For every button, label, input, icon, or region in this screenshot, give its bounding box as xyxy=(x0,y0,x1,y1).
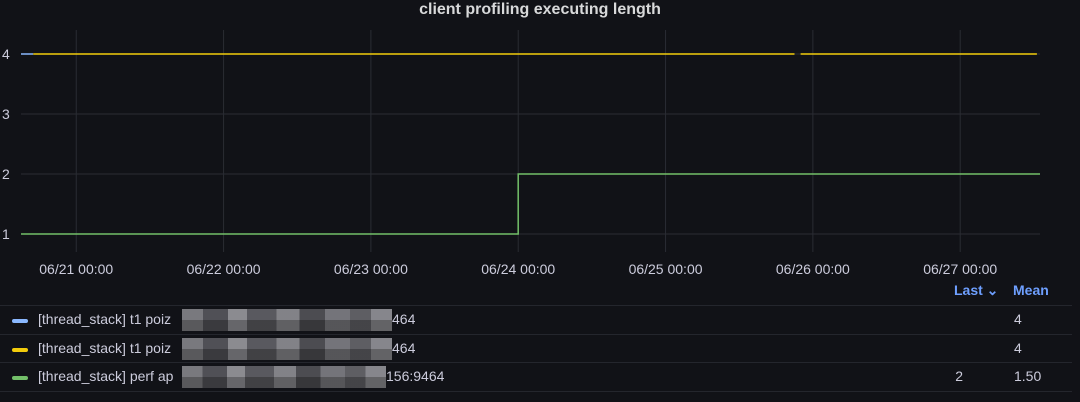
grid-lines xyxy=(21,30,1040,252)
legend-swatch-yellow xyxy=(12,348,28,352)
series-lines xyxy=(21,53,1040,235)
legend-row[interactable]: [thread_stack] t1 poiz 464 4 xyxy=(0,334,1072,363)
legend-series-suffix: 156:9464 xyxy=(386,368,445,384)
x-tick-label: 06/27 00:00 xyxy=(923,261,997,277)
legend-header-last[interactable]: Last ⌄ xyxy=(954,282,998,299)
x-tick-label: 06/23 00:00 xyxy=(334,261,408,277)
y-tick-label: 3 xyxy=(2,106,10,122)
x-tick-label: 06/21 00:00 xyxy=(39,261,113,277)
legend-series-name: [thread_stack] t1 poiz xyxy=(38,311,172,327)
redacted-area xyxy=(182,338,392,360)
y-tick-label: 4 xyxy=(2,46,10,62)
series-line-2[interactable] xyxy=(21,173,1040,235)
legend-row[interactable]: [thread_stack] perf ap 156:9464 2 1.50 xyxy=(0,362,1072,392)
legend-series-suffix: 464 xyxy=(392,340,416,356)
legend-series-name: [thread_stack] t1 poiz xyxy=(38,340,172,356)
legend-last-value: 2 xyxy=(955,368,963,384)
legend-mean-value: 4 xyxy=(1014,340,1022,356)
legend-mean-value: 1.50 xyxy=(1014,368,1042,384)
legend-mean-value: 4 xyxy=(1014,311,1022,327)
chart-plot[interactable]: 1234 06/21 00:00 06/22 00:00 06/23 00:00 06… xyxy=(0,0,1080,282)
redacted-area xyxy=(182,366,386,388)
redacted-area xyxy=(182,309,392,331)
legend-series-name: [thread_stack] perf ap xyxy=(38,368,174,384)
x-tick-label: 06/24 00:00 xyxy=(481,261,555,277)
legend-swatch-blue xyxy=(12,319,28,323)
y-tick-label: 1 xyxy=(2,226,10,242)
legend-header-mean[interactable]: Mean xyxy=(1013,282,1049,298)
x-axis: 06/21 00:00 06/22 00:00 06/23 00:00 06/24 0… xyxy=(39,261,997,277)
y-axis: 1 2 3 4 xyxy=(2,46,10,242)
x-tick-label: 06/22 00:00 xyxy=(187,261,261,277)
legend-swatch-green xyxy=(12,376,28,380)
x-tick-label: 06/26 00:00 xyxy=(776,261,850,277)
y-tick-label: 2 xyxy=(2,166,10,182)
timeseries-panel: client profiling executing length 1234 0… xyxy=(0,0,1080,402)
legend-series-suffix: 464 xyxy=(392,311,416,327)
legend-row[interactable]: [thread_stack] t1 poiz 464 4 xyxy=(0,305,1072,334)
x-tick-label: 06/25 00:00 xyxy=(629,261,703,277)
